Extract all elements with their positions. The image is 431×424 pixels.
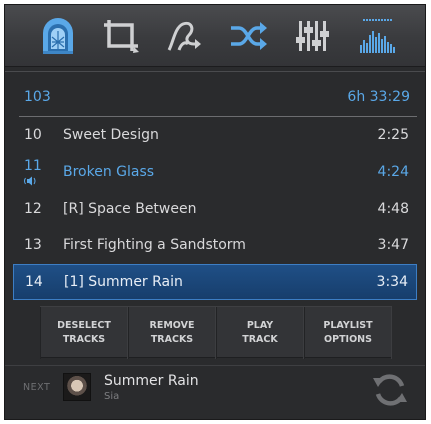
track-duration: 2:25 [377, 127, 409, 143]
track-duration: 3:34 [376, 274, 408, 290]
equalizer-sliders-icon [296, 21, 329, 51]
remove-tracks-button[interactable]: REMOVE TRACKS [128, 307, 216, 359]
equalizer-button[interactable] [289, 13, 335, 59]
toolbar [5, 5, 425, 67]
playlist-options-button[interactable]: PLAYLIST OPTIONS [304, 307, 392, 359]
summary-divider [19, 116, 417, 117]
gesture-button[interactable] [161, 13, 207, 59]
swipe-gesture-icon [167, 21, 201, 51]
track-title: Sweet Design [63, 127, 159, 143]
deselect-label-line2: TRACKS [62, 334, 106, 345]
track-count: 103 [24, 89, 51, 105]
options-label-line1: PLAYLIST [323, 320, 373, 331]
track-row[interactable]: 10 Sweet Design 2:25 [13, 118, 417, 154]
track-row-selected[interactable]: 14 [1] Summer Rain 3:34 [13, 264, 417, 300]
track-row[interactable]: 13 First Fighting a Sandstorm 3:47 [13, 228, 417, 264]
track-duration: 4:24 [377, 164, 409, 180]
crop-icon [104, 20, 139, 53]
next-divider [5, 365, 425, 366]
refresh-button[interactable] [369, 369, 411, 411]
track-number: 10 [24, 127, 42, 143]
remove-label-line2: TRACKS [150, 334, 194, 345]
track-number: 14 [25, 274, 43, 290]
track-title: First Fighting a Sandstorm [63, 237, 246, 253]
track-title: Broken Glass [63, 164, 155, 180]
track-duration: 3:47 [377, 237, 409, 253]
next-album-art [63, 373, 91, 401]
playlist-summary: 103 6h 33:29 [5, 81, 425, 113]
next-label: NEXT [23, 382, 51, 393]
play-label-line2: TRACK [242, 334, 278, 345]
track-row-now-playing[interactable]: 11 Broken Glass 4:24 [13, 155, 417, 191]
remove-label-line1: REMOVE [149, 320, 195, 331]
track-title: [1] Summer Rain [64, 274, 183, 290]
track-duration: 4:48 [377, 201, 409, 217]
shuffle-icon [231, 22, 267, 50]
visualizer-button[interactable] [354, 13, 400, 59]
next-track-artist: Sia [104, 391, 120, 402]
spectrum-visualizer-icon [360, 19, 395, 53]
track-row[interactable]: 12 [R] Space Between 4:48 [13, 192, 417, 228]
total-duration: 6h 33:29 [347, 89, 410, 105]
track-number: 13 [24, 237, 42, 253]
crop-button[interactable] [98, 13, 144, 59]
track-number: 12 [24, 201, 42, 217]
options-label-line2: OPTIONS [324, 334, 372, 345]
next-track-title: Summer Rain [104, 373, 199, 389]
track-number: 11 [24, 158, 42, 174]
track-title: [R] Space Between [63, 201, 197, 217]
shuffle-button[interactable] [225, 13, 271, 59]
player-window: 103 6h 33:29 10 Sweet Design 2:25 11 Bro… [4, 4, 426, 420]
toolbar-divider [5, 71, 425, 72]
play-track-button[interactable]: PLAY TRACK [216, 307, 304, 359]
deselect-label-line1: DESELECT [57, 320, 111, 331]
jukebox-button[interactable] [35, 13, 81, 59]
track-actions-bar: DESELECT TRACKS REMOVE TRACKS PLAY TRACK… [40, 306, 392, 359]
jukebox-icon [43, 18, 73, 54]
deselect-tracks-button[interactable]: DESELECT TRACKS [40, 307, 128, 359]
now-playing-speaker-icon [24, 176, 36, 186]
refresh-icon [373, 374, 407, 406]
play-label-line1: PLAY [246, 320, 274, 331]
